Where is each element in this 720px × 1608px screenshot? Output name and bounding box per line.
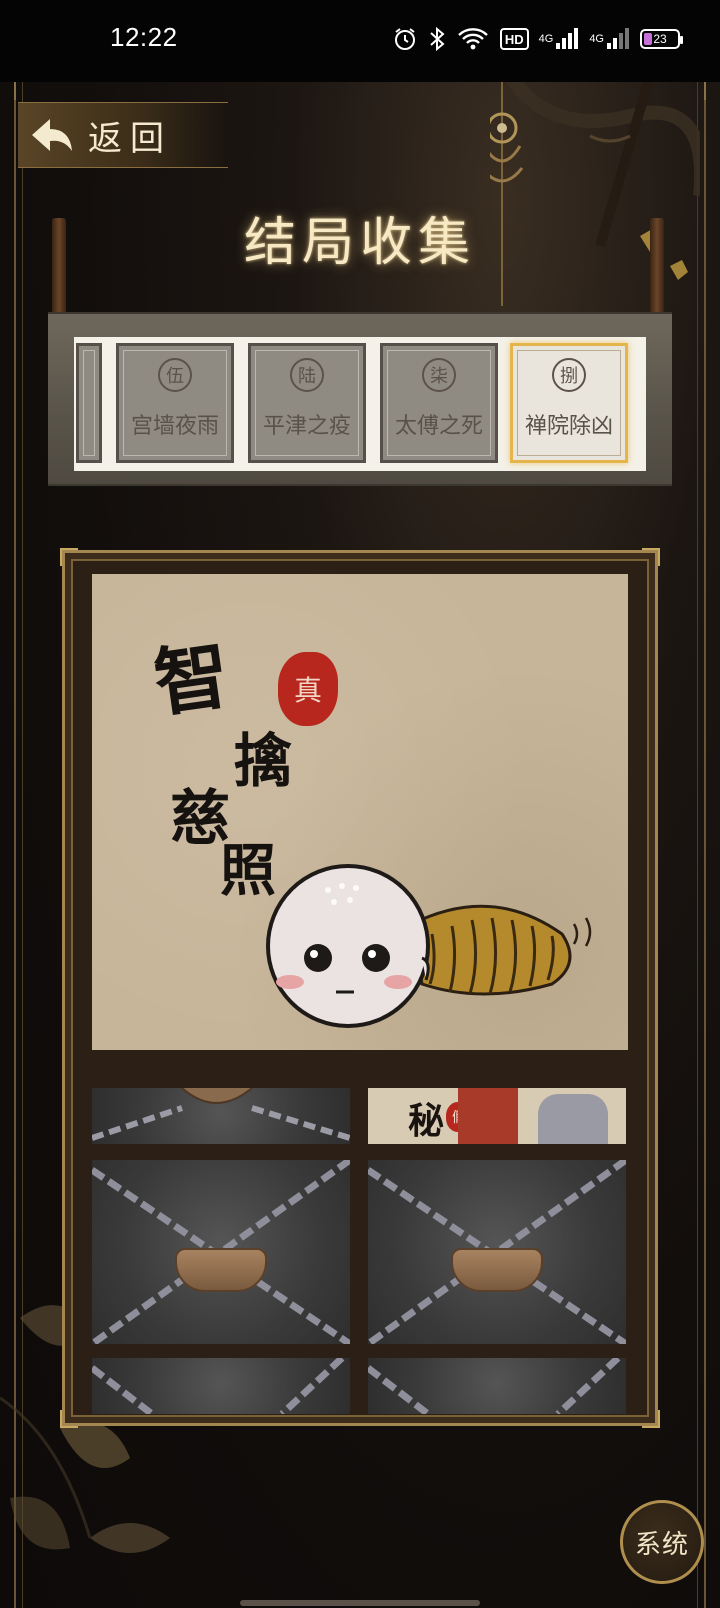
hd-label: HD	[504, 31, 524, 47]
chapter-tab-partial[interactable]: 生	[76, 343, 102, 463]
lock-icon	[175, 1248, 267, 1293]
chapter-name: 宫墙夜雨	[130, 414, 219, 439]
system-label: 系统	[634, 1529, 689, 1560]
chapter-number-badge: 捌	[552, 358, 586, 392]
chapter-number-badge: 伍	[158, 358, 192, 392]
network-label-1: 4G	[538, 33, 554, 45]
ending-thumbnail-locked[interactable]	[368, 1358, 626, 1414]
character-figure	[458, 1088, 518, 1144]
wifi-icon	[456, 24, 490, 54]
back-label: 返回	[88, 118, 172, 159]
back-arrow-icon	[32, 119, 72, 151]
hd-icon: HD	[499, 28, 529, 50]
home-indicator[interactable]	[240, 1600, 480, 1606]
ending-thumbnail-locked[interactable]	[92, 1160, 350, 1344]
chapter-name: 生	[74, 408, 109, 440]
panel-corner	[642, 1410, 660, 1428]
back-button[interactable]: 返回	[18, 102, 228, 168]
chapter-tab-7[interactable]: 柒 太傅之死	[380, 343, 498, 463]
ending-thumbnail-locked[interactable]	[92, 1088, 350, 1144]
chain-icon	[92, 1088, 350, 1141]
ending-thumbnail-unlocked[interactable]: 秘 假	[368, 1088, 626, 1144]
system-button[interactable]: 系统	[620, 1500, 704, 1584]
ending-title-char: 智	[149, 632, 235, 728]
chain-icon	[368, 1358, 621, 1414]
status-icons: HD 4G 4G 23	[392, 24, 683, 54]
thumbnail-text: 秘	[408, 1100, 445, 1142]
seal-label: 真	[293, 674, 322, 707]
monk-character	[266, 864, 592, 1028]
chapter-name: 太傅之死	[394, 414, 483, 439]
chapter-name: 平津之疫	[262, 414, 351, 439]
network-label-2: 4G	[589, 33, 604, 45]
chapter-tab-5[interactable]: 伍 宫墙夜雨	[116, 343, 234, 463]
chapter-strip[interactable]: 生 伍 宫墙夜雨 陆 平津之疫 柒 太傅之死 捌 禅院除凶	[74, 337, 646, 471]
ending-thumbnail-locked[interactable]	[368, 1160, 626, 1344]
bluetooth-icon	[428, 24, 446, 54]
ending-illustration[interactable]: 智 擒 慈 照 真	[92, 574, 628, 1050]
character-figure	[538, 1094, 608, 1144]
chapter-number-badge: 柒	[422, 358, 456, 392]
lock-icon	[451, 1248, 543, 1293]
battery-level: 23	[653, 32, 667, 46]
panel-corner	[60, 1410, 78, 1428]
chapter-tab-8[interactable]: 捌 禅院除凶	[510, 343, 628, 463]
signal-4g-icon: 4G	[539, 24, 580, 54]
signal-4g-icon: 4G	[589, 24, 630, 54]
panel-corner	[642, 548, 660, 566]
chain-icon	[92, 1358, 345, 1414]
page-title: 结局收集	[243, 213, 476, 273]
ending-title-char: 擒	[234, 727, 293, 795]
chapter-name: 禅院除凶	[524, 414, 613, 439]
panel-corner	[60, 548, 78, 566]
true-ending-seal: 真	[278, 652, 338, 726]
chapter-number-badge: 陆	[290, 358, 324, 392]
status-time: 12:22	[110, 22, 178, 52]
frame-corner	[14, 82, 40, 100]
chapter-tab-6[interactable]: 陆 平津之疫	[248, 343, 366, 463]
ending-thumbnail-locked[interactable]	[92, 1358, 350, 1414]
battery-icon: 23	[640, 24, 683, 54]
status-bar: 12:22 HD 4G 4G 23	[0, 0, 720, 82]
alarm-icon	[392, 24, 418, 54]
